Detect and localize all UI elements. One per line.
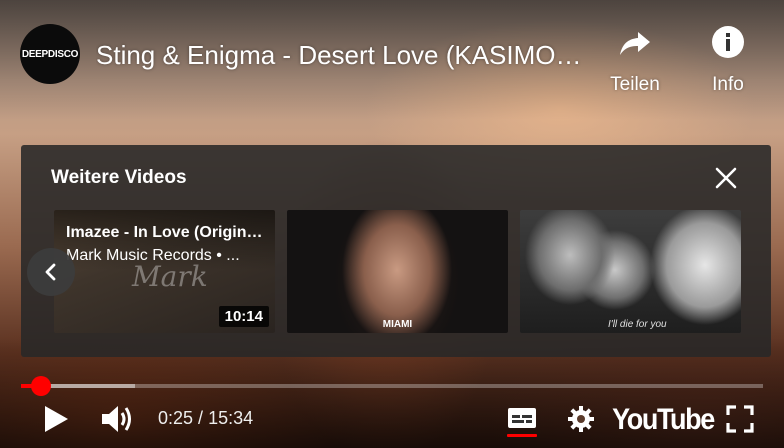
- related-video-channel: Mark Music Records • ...: [66, 247, 240, 264]
- share-button[interactable]: Teilen: [600, 24, 670, 98]
- scrubber-handle[interactable]: [31, 376, 52, 396]
- time-separator: /: [193, 408, 209, 428]
- close-button[interactable]: [711, 163, 741, 193]
- chevron-left-icon: [45, 263, 56, 281]
- video-player[interactable]: DEEPDISCO Sting & Enigma - Desert Love (…: [0, 0, 784, 448]
- share-arrow-icon: [620, 32, 650, 55]
- more-videos-title: Weitere Videos: [51, 167, 187, 188]
- related-video-card[interactable]: I'll die for you: [520, 210, 741, 333]
- more-videos-panel: Weitere Videos Mark Imazee - In Love (Or…: [21, 145, 771, 357]
- volume-button[interactable]: [97, 399, 139, 439]
- channel-avatar[interactable]: DEEPDISCO: [20, 24, 80, 84]
- related-video-card[interactable]: Mark Imazee - In Love (Original Mix) Mar…: [54, 210, 275, 333]
- fullscreen-button[interactable]: [720, 399, 760, 439]
- play-icon: [45, 406, 68, 432]
- gear-icon: [568, 406, 594, 432]
- thumbnail-caption: I'll die for you: [608, 319, 667, 330]
- related-video-card[interactable]: MIAMI: [287, 210, 508, 333]
- time-total: 15:34: [208, 408, 254, 428]
- subtitles-button[interactable]: [502, 399, 542, 439]
- settings-button[interactable]: [561, 399, 601, 439]
- youtube-wordmark: YouTube: [612, 401, 715, 435]
- info-label: Info: [712, 74, 744, 95]
- progress-bar[interactable]: [21, 376, 763, 396]
- carousel-prev-button[interactable]: [27, 248, 75, 296]
- duration-badge: 10:14: [218, 306, 269, 327]
- channel-logo-text: DEEPDISCO: [21, 48, 79, 60]
- time-current: 0:25: [158, 408, 194, 428]
- video-title[interactable]: Sting & Enigma - Desert Love (KASIMOFF R…: [96, 40, 596, 74]
- youtube-logo-button[interactable]: YouTube: [612, 399, 715, 439]
- time-display: 0:25 / 15:34: [158, 408, 253, 429]
- share-label: Teilen: [610, 74, 660, 95]
- info-icon: [712, 26, 744, 58]
- related-video-title: Imazee - In Love (Original Mix): [66, 224, 264, 241]
- subtitles-active-indicator: [507, 434, 537, 437]
- subtitles-icon: [508, 408, 536, 428]
- fullscreen-icon: [726, 405, 754, 433]
- close-icon: [715, 167, 737, 189]
- play-button[interactable]: [36, 399, 76, 439]
- thumbnail-caption: MIAMI: [382, 319, 413, 330]
- info-button[interactable]: Info: [693, 24, 763, 98]
- volume-icon: [102, 406, 131, 432]
